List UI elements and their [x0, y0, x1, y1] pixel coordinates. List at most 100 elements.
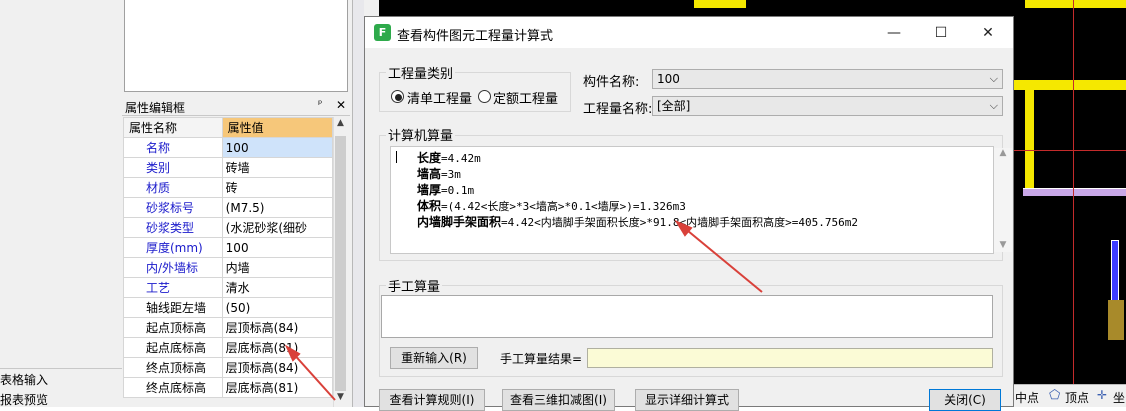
manual-calc-input[interactable] — [381, 295, 993, 338]
close-window-button[interactable]: ✕ — [965, 21, 1011, 45]
coord-snap[interactable]: 坐 — [1113, 389, 1125, 406]
cad-wall-vertical — [1025, 90, 1034, 190]
property-value[interactable]: 砖 — [221, 177, 334, 198]
close-icon[interactable]: ✕ — [336, 98, 346, 112]
property-row[interactable]: 砂浆标号 (M7.5) — [123, 197, 334, 218]
show-detail-button[interactable]: 显示详细计算式 — [635, 389, 739, 411]
minimize-button[interactable]: — — [871, 21, 917, 45]
property-name: 材质 — [123, 177, 223, 198]
property-name: 终点顶标高 — [123, 357, 223, 378]
property-row[interactable]: 名称 100 — [123, 137, 334, 158]
reenter-button[interactable]: 重新输入(R) — [390, 347, 478, 369]
qty-name-select[interactable]: [全部] ⌵ — [652, 96, 1003, 116]
close-button[interactable]: 关闭(C) — [929, 389, 1001, 411]
radio-bill-qty[interactable] — [391, 90, 404, 103]
property-value[interactable]: 100 — [221, 237, 334, 258]
property-name: 砂浆类型 — [123, 217, 223, 238]
property-value[interactable]: 内墙 — [221, 257, 334, 278]
scroll-up-icon[interactable]: ▲ — [333, 118, 348, 133]
bottom-left-menu: 表格输入 报表预览 — [0, 368, 122, 407]
property-row[interactable]: 终点顶标高 层顶标高(84) — [123, 357, 334, 378]
vertex-snap[interactable]: 顶点 — [1065, 389, 1089, 406]
radio-quota-qty-label[interactable]: 定额工程量 — [493, 88, 558, 107]
calc-line: 墙高=3m — [417, 167, 461, 181]
manual-result-field[interactable] — [587, 348, 993, 368]
quantity-formula-dialog: F 查看构件图元工程量计算式 — ☐ ✕ 工程量类别 清单工程量 定额工程量 构… — [364, 16, 1014, 411]
property-row[interactable]: 砂浆类型 (水泥砂浆(细砂 — [123, 217, 334, 238]
property-name: 砂浆标号 — [123, 197, 223, 218]
property-value[interactable]: 清水 — [221, 277, 334, 298]
qty-name-label: 工程量名称: — [583, 102, 653, 117]
property-name: 起点底标高 — [123, 337, 223, 358]
property-value[interactable]: 层底标高(81) — [221, 377, 334, 398]
calc-line: 长度=4.42m — [417, 151, 481, 165]
component-name-value: 100 — [657, 72, 680, 86]
property-row[interactable]: 类别 砖墙 — [123, 157, 334, 178]
property-name: 轴线距左墙 — [123, 297, 223, 318]
manual-calc-label: 手工算量 — [386, 276, 443, 295]
view-rules-button[interactable]: 查看计算规则(I) — [379, 389, 485, 411]
property-name: 内/外墙标 — [123, 257, 223, 278]
property-name: 终点底标高 — [123, 377, 223, 398]
property-value[interactable]: (水泥砂浆(细砂 — [221, 217, 334, 238]
cad-wall-top — [1025, 0, 1126, 8]
text-cursor — [396, 151, 397, 163]
property-value[interactable]: (50) — [221, 297, 334, 318]
property-row[interactable]: 内/外墙标 内墙 — [123, 257, 334, 278]
property-panel-title: 属性编辑框 — [125, 101, 186, 115]
property-value[interactable]: (M7.5) — [221, 197, 334, 218]
component-list-area[interactable] — [124, 0, 348, 92]
property-name: 工艺 — [123, 277, 223, 298]
report-preview-item[interactable]: 报表预览 — [0, 391, 48, 408]
property-row[interactable]: 轴线距左墙 (50) — [123, 297, 334, 318]
scrollbar-thumb[interactable] — [335, 136, 346, 391]
property-value[interactable]: 层顶标高(84) — [221, 317, 334, 338]
vertex-icon: ⬠ — [1049, 388, 1061, 403]
scroll-down-icon[interactable]: ▼ — [994, 240, 1012, 250]
cad-beam — [1023, 188, 1126, 196]
side-toolbar-strip — [352, 0, 364, 407]
manual-result-label: 手工算量结果= — [500, 352, 583, 366]
cad-edge — [364, 0, 379, 16]
cad-redline — [1073, 0, 1074, 384]
property-row[interactable]: 工艺 清水 — [123, 277, 334, 298]
property-value[interactable]: 100 — [221, 137, 334, 158]
property-row[interactable]: 起点顶标高 层顶标高(84) — [123, 317, 334, 338]
scroll-down-icon[interactable]: ▼ — [333, 392, 348, 407]
calc-line: 体积=(4.42<长度>*3<墙高>*0.1<墙厚>)=1.326m3 — [417, 199, 686, 213]
calc-scrollbar[interactable]: ▲ ▼ — [994, 148, 1012, 252]
property-name: 类别 — [123, 157, 223, 178]
property-value[interactable]: 层底标高(81) — [221, 337, 334, 358]
computer-calc-label: 计算机算量 — [386, 125, 456, 144]
maximize-button[interactable]: ☐ — [918, 21, 964, 45]
dialog-titlebar[interactable]: F 查看构件图元工程量计算式 — ☐ ✕ — [365, 17, 1013, 48]
scroll-up-icon[interactable]: ▲ — [994, 148, 1012, 158]
property-table: 属性名称 属性值 名称 100 类别 砖墙 材质砖砂浆标号 (M7.5) 砂浆类型 (水泥砂浆… — [123, 117, 334, 398]
property-name: 起点顶标高 — [123, 317, 223, 338]
calc-formula-area[interactable]: 长度=4.42m 墙高=3m 墙厚=0.1m 体积=(4.42<长度>*3<墙高… — [390, 146, 1012, 254]
chevron-down-icon: ⌵ — [989, 99, 998, 112]
header-value: 属性值 — [221, 117, 334, 138]
property-row[interactable]: 起点底标高 层底标高(81) — [123, 337, 334, 358]
radio-bill-qty-label[interactable]: 清单工程量 — [407, 88, 472, 107]
app-icon: F — [374, 24, 391, 41]
cad-canvas[interactable] — [1013, 0, 1126, 407]
midpoint-snap[interactable]: 中点 — [1015, 389, 1039, 406]
radio-quota-qty[interactable] — [478, 90, 491, 103]
qty-name-value: [全部] — [657, 99, 691, 113]
snap-toolbar: 中点 ⬠ 顶点 ✛ 坐 — [1013, 384, 1126, 407]
property-value[interactable]: 层顶标高(84) — [221, 357, 334, 378]
cad-wall-horizontal — [1013, 80, 1126, 90]
property-row[interactable]: 材质砖 — [123, 177, 334, 198]
view-3d-deduction-button[interactable]: 查看三维扣减图(I) — [502, 389, 615, 411]
cad-wall-segment — [694, 0, 746, 8]
table-input-item[interactable]: 表格输入 — [0, 371, 48, 388]
property-value[interactable]: 砖墙 — [221, 157, 334, 178]
pin-icon[interactable]: ᵖ — [318, 99, 322, 110]
component-name-select[interactable]: 100 ⌵ — [652, 69, 1003, 89]
property-row[interactable]: 终点底标高 层底标高(81) — [123, 377, 334, 398]
property-row[interactable]: 厚度(mm) 100 — [123, 237, 334, 258]
component-name-label: 构件名称: — [583, 75, 640, 90]
cad-redline-h — [1013, 150, 1126, 151]
coord-icon: ✛ — [1097, 388, 1108, 402]
